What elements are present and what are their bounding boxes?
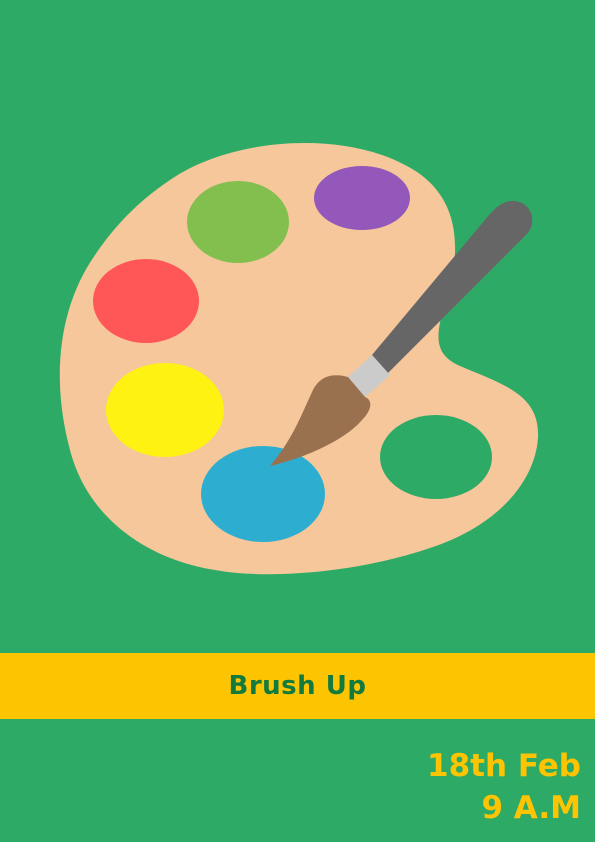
red-paint-blob	[93, 259, 199, 343]
blue-paint-blob	[201, 446, 325, 542]
thumb-hole	[380, 415, 492, 499]
title-banner: Brush Up	[0, 653, 595, 719]
event-title: Brush Up	[228, 671, 367, 701]
event-date: 18th Feb	[427, 748, 581, 784]
event-time: 9 A.M	[481, 790, 581, 826]
yellow-paint-blob	[106, 363, 224, 457]
green-paint-blob	[187, 181, 289, 263]
palette-illustration	[59, 142, 539, 575]
event-info: 18th Feb 9 A.M	[427, 745, 581, 829]
purple-paint-blob	[314, 166, 410, 230]
